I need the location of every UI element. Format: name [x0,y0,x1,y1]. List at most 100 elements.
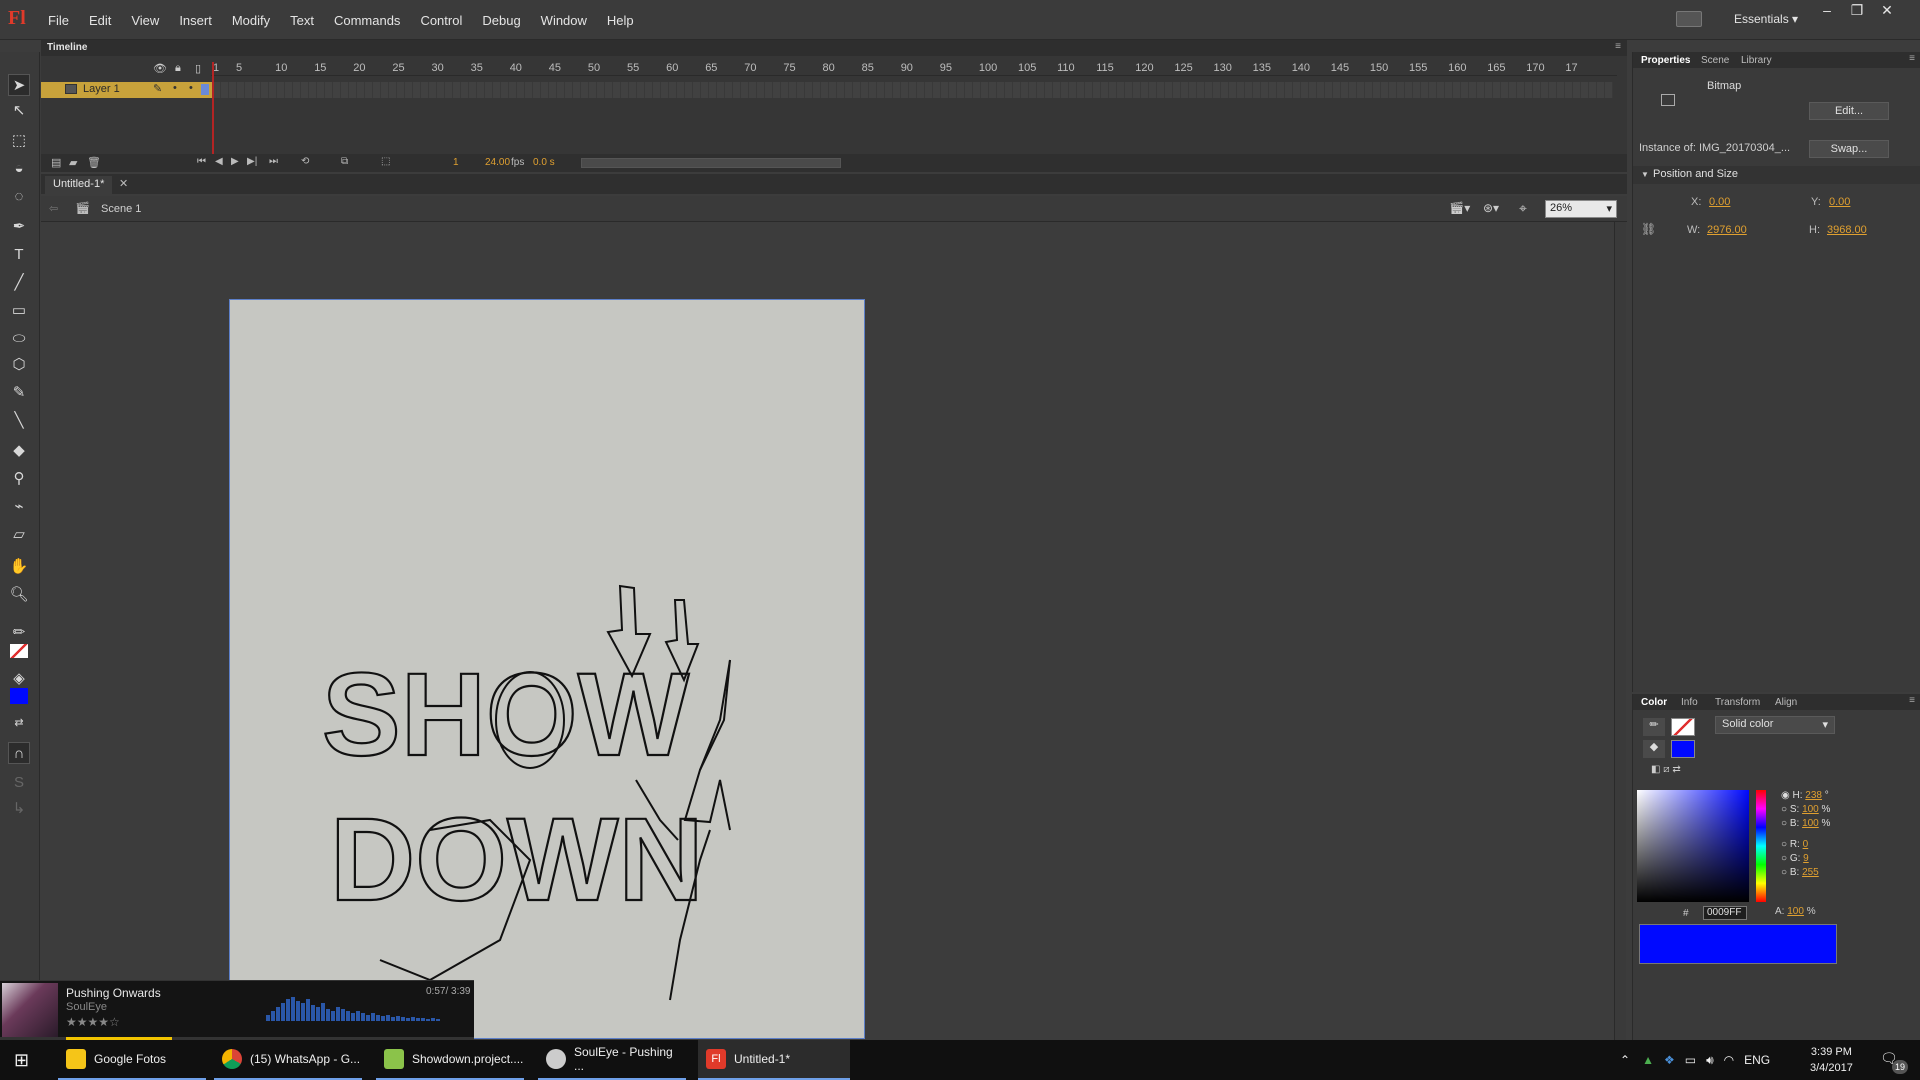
tab-scene[interactable]: Scene [1701,55,1729,66]
step-back-icon[interactable]: ◀ [215,156,223,167]
windows-start-icon[interactable]: ⊞ [14,1040,29,1080]
go-first-frame-icon[interactable]: ⏮ [197,156,206,167]
menu-text[interactable]: Text [280,13,324,28]
restore-icon[interactable]: ❐ [1842,2,1872,19]
rectangle-tool-icon[interactable]: ▭ [8,300,30,322]
h-value[interactable]: 238 [1805,790,1822,801]
tab-properties[interactable]: Properties [1641,55,1690,66]
loop-icon[interactable]: ⟲ [301,156,309,167]
music-player-widget[interactable]: Pushing Onwards SoulEye ★★★★☆ 0:57/ 3:39 [0,980,474,1040]
tab-info[interactable]: Info [1681,697,1698,708]
position-size-header[interactable]: Position and Size [1633,166,1920,184]
menu-edit[interactable]: Edit [79,13,121,28]
blue-value[interactable]: 255 [1802,867,1819,878]
3d-rotation-tool-icon[interactable]: ◒ [8,158,30,180]
line-tool-icon[interactable]: ╱ [8,272,30,294]
fill-bucket-icon[interactable]: ◆ [1643,740,1665,758]
visibility-dot-icon[interactable]: • [173,82,177,94]
menu-file[interactable]: File [38,13,79,28]
back-arrow-icon[interactable]: ⇦ [49,202,58,215]
subselection-tool-icon[interactable]: ↖ [8,100,30,122]
snap-magnet-icon[interactable]: ∩ [8,742,30,764]
go-last-frame-icon[interactable]: ⏭ [269,156,278,167]
stroke-color-swatch[interactable] [1671,718,1695,736]
workspace-switcher[interactable]: Essentials ▾ [1734,12,1798,26]
link-icon[interactable]: ⛓ [1641,222,1656,236]
outline-all-icon[interactable]: ▯ [195,62,201,75]
scene-breadcrumb[interactable]: Scene 1 [101,203,141,215]
elapsed-time[interactable]: 0.0 s [533,157,555,168]
alpha-value[interactable]: 100 [1787,906,1804,917]
system-clock[interactable]: 3:39 PM 3/4/2017 [1810,1044,1853,1076]
fill-type-select[interactable]: Solid color ▾ [1715,716,1835,734]
battery-icon[interactable]: ▭ [1685,1053,1696,1067]
tab-library[interactable]: Library [1741,55,1772,66]
radio-g-icon[interactable]: ○ [1781,853,1787,864]
timeline-hscroll[interactable] [581,158,841,168]
pencil-tool-icon[interactable]: ✎ [8,382,30,404]
edit-symbols-icon[interactable]: ⊛▾ [1483,201,1499,215]
selection-tool-icon[interactable]: ➤ [8,74,30,96]
fill-swatch[interactable] [10,688,28,704]
volume-icon[interactable]: 🔊︎ [1706,1053,1714,1068]
edit-button[interactable]: Edit... [1809,102,1889,120]
menu-modify[interactable]: Modify [222,13,280,28]
tab-align[interactable]: Align [1775,697,1797,708]
play-icon[interactable]: ▶ [231,156,239,167]
google-drive-icon[interactable]: ▲ [1642,1053,1654,1067]
edit-multiple-frames-icon[interactable]: ⬚ [381,156,390,167]
menu-help[interactable]: Help [597,13,644,28]
g-value[interactable]: 9 [1803,853,1809,864]
stage-bitmap[interactable]: SHOW DOWN [229,299,865,1039]
paint-bucket-tool-icon[interactable]: ◆ [8,440,30,462]
stroke-swatch[interactable] [10,644,28,658]
tab-untitled-1[interactable]: Untitled-1* [45,176,113,194]
saturation-brightness-picker[interactable] [1637,790,1749,902]
taskbar-item-souleye[interactable]: SoulEye - Pushing ... [538,1040,686,1080]
tab-color[interactable]: Color [1641,697,1667,708]
panel-menu-icon[interactable]: ≡ [1615,41,1621,52]
panel-menu-icon[interactable]: ≡ [1909,53,1915,64]
lock-dot-icon[interactable]: • [189,82,193,94]
menu-commands[interactable]: Commands [324,13,410,28]
outline-color-swatch[interactable] [201,84,209,95]
brightness-value[interactable]: 100 [1802,818,1819,829]
onion-skin-icon[interactable]: ⧉ [341,156,348,167]
eyedropper-tool-icon[interactable]: ⌁ [8,496,30,518]
brush-tool-icon[interactable]: ╲ [8,410,30,432]
zoom-select[interactable]: 26% ▾ [1545,200,1617,218]
rating-stars[interactable]: ★★★★☆ [66,1015,120,1029]
eraser-tool-icon[interactable]: ▱ [8,524,30,546]
menu-debug[interactable]: Debug [472,13,530,28]
hand-tool-icon[interactable]: ✋ [8,556,30,578]
hue-slider[interactable] [1756,790,1766,902]
radio-s-icon[interactable]: ○ [1781,804,1787,815]
menu-control[interactable]: Control [410,13,472,28]
panel-menu-icon[interactable]: ≡ [1909,695,1915,706]
new-folder-icon[interactable]: ▰ [69,156,77,169]
menu-window[interactable]: Window [531,13,597,28]
default-colors-icon[interactable]: ◧ ⧄ ⇄ [1651,764,1681,775]
edit-scene-icon[interactable]: 🎬︎▾ [1449,201,1470,215]
layer-name[interactable]: Layer 1 [83,83,120,95]
w-field[interactable]: 2976.00 [1707,224,1747,236]
oval-tool-icon[interactable]: ⬭ [8,328,30,350]
frames-grid[interactable] [213,82,1613,98]
close-icon[interactable]: ✕ [1872,2,1902,19]
lock-all-icon[interactable]: 🔒︎ [175,62,181,75]
taskbar-item-google-fotos[interactable]: Google Fotos [58,1040,206,1080]
radio-blue-icon[interactable]: ○ [1781,867,1787,878]
taskbar-item-untitled[interactable]: Fl Untitled-1* [698,1040,850,1080]
layer-row[interactable]: Layer 1 ✎ • • [41,82,1627,98]
dropbox-icon[interactable]: ❖ [1664,1053,1675,1067]
show-hide-all-icon[interactable]: 👁︎ [153,62,167,75]
h-field[interactable]: 3968.00 [1827,224,1867,236]
hex-input[interactable]: 0009FF [1703,906,1747,920]
fill-color-icon[interactable]: ◈ [8,668,30,690]
stage-vscroll[interactable] [1614,222,1626,1040]
zoom-tool-icon[interactable]: 🔍︎ [8,584,30,606]
current-frame[interactable]: 1 [453,157,459,168]
y-field[interactable]: 0.00 [1829,196,1850,208]
x-field[interactable]: 0.00 [1709,196,1730,208]
taskbar-item-whatsapp[interactable]: (15) WhatsApp - G... [214,1040,362,1080]
